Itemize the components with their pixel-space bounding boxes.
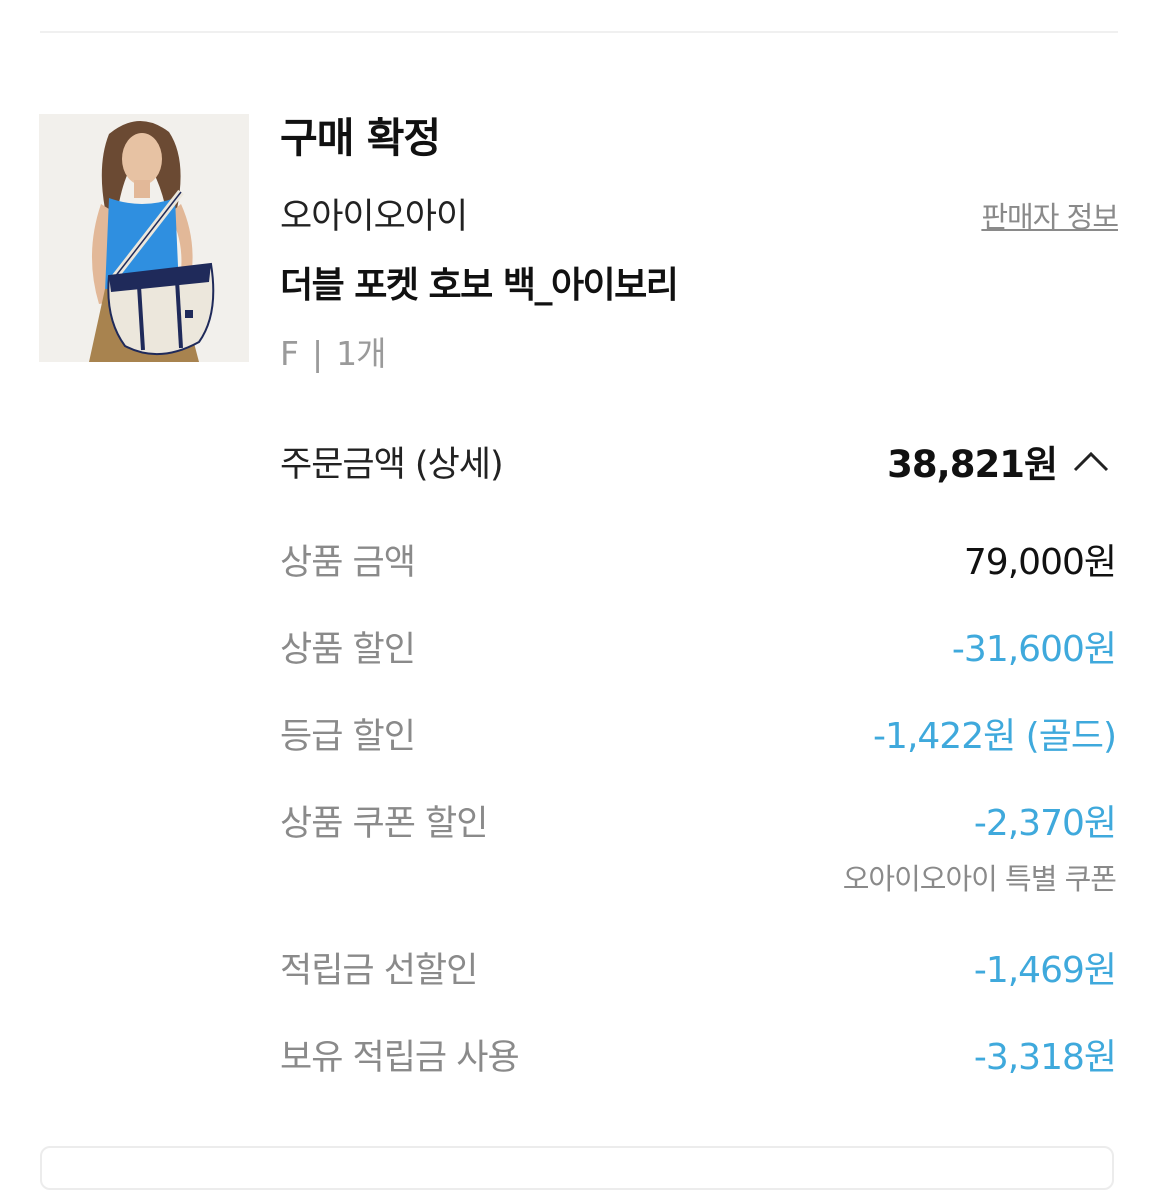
detail-value: -3,318원	[973, 1037, 1117, 1078]
chevron-up-icon[interactable]	[1071, 446, 1111, 476]
detail-label: 적립금 선할인	[280, 950, 478, 991]
option-separator: |	[311, 334, 323, 373]
detail-value: -31,600원	[951, 629, 1117, 670]
order-total-label: 주문금액 (상세)	[280, 444, 504, 485]
detail-row-product-price: 상품 금액 79,000원	[280, 530, 1117, 588]
detail-value: 79,000원	[963, 542, 1117, 583]
product-thumbnail[interactable]	[39, 114, 249, 362]
next-card	[40, 1146, 1114, 1190]
product-name[interactable]: 더블 포켓 호보 백_아이보리	[280, 256, 679, 308]
brand-name[interactable]: 오아이오아이	[280, 188, 468, 239]
detail-label: 보유 적립금 사용	[280, 1037, 520, 1078]
coupon-note: 오아이오아이 특별 쿠폰	[842, 862, 1117, 896]
detail-label: 상품 금액	[280, 542, 416, 583]
detail-row-coupon-discount: 상품 쿠폰 할인 -2,370원	[280, 791, 1117, 849]
price-details: 상품 금액 79,000원 상품 할인 -31,600원 등급 할인 -1,42…	[280, 530, 1117, 1112]
detail-value: -1,422원 (골드)	[873, 716, 1117, 757]
order-status: 구매 확정	[280, 114, 441, 162]
order-total-toggle[interactable]: 38,821원	[887, 434, 1111, 488]
seller-info-link[interactable]: 판매자 정보	[981, 194, 1119, 236]
product-image	[39, 114, 249, 362]
top-divider	[40, 31, 1118, 33]
order-total-row: 주문금액 (상세) 38,821원	[280, 436, 1111, 486]
option-size: F	[280, 334, 299, 373]
order-total-value: 38,821원	[887, 443, 1058, 486]
detail-row-product-discount: 상품 할인 -31,600원	[280, 617, 1117, 675]
detail-value: -2,370원	[973, 803, 1117, 844]
detail-row-points-prediscount: 적립금 선할인 -1,469원	[280, 938, 1117, 996]
detail-value: -1,469원	[973, 950, 1117, 991]
detail-row-points-used: 보유 적립금 사용 -3,318원	[280, 1025, 1117, 1083]
product-option: F | 1개	[280, 327, 386, 375]
detail-label: 상품 쿠폰 할인	[280, 803, 488, 844]
detail-row-grade-discount: 등급 할인 -1,422원 (골드)	[280, 704, 1117, 762]
detail-label: 등급 할인	[280, 716, 416, 757]
option-quantity: 1개	[336, 334, 386, 373]
detail-label: 상품 할인	[280, 629, 416, 670]
